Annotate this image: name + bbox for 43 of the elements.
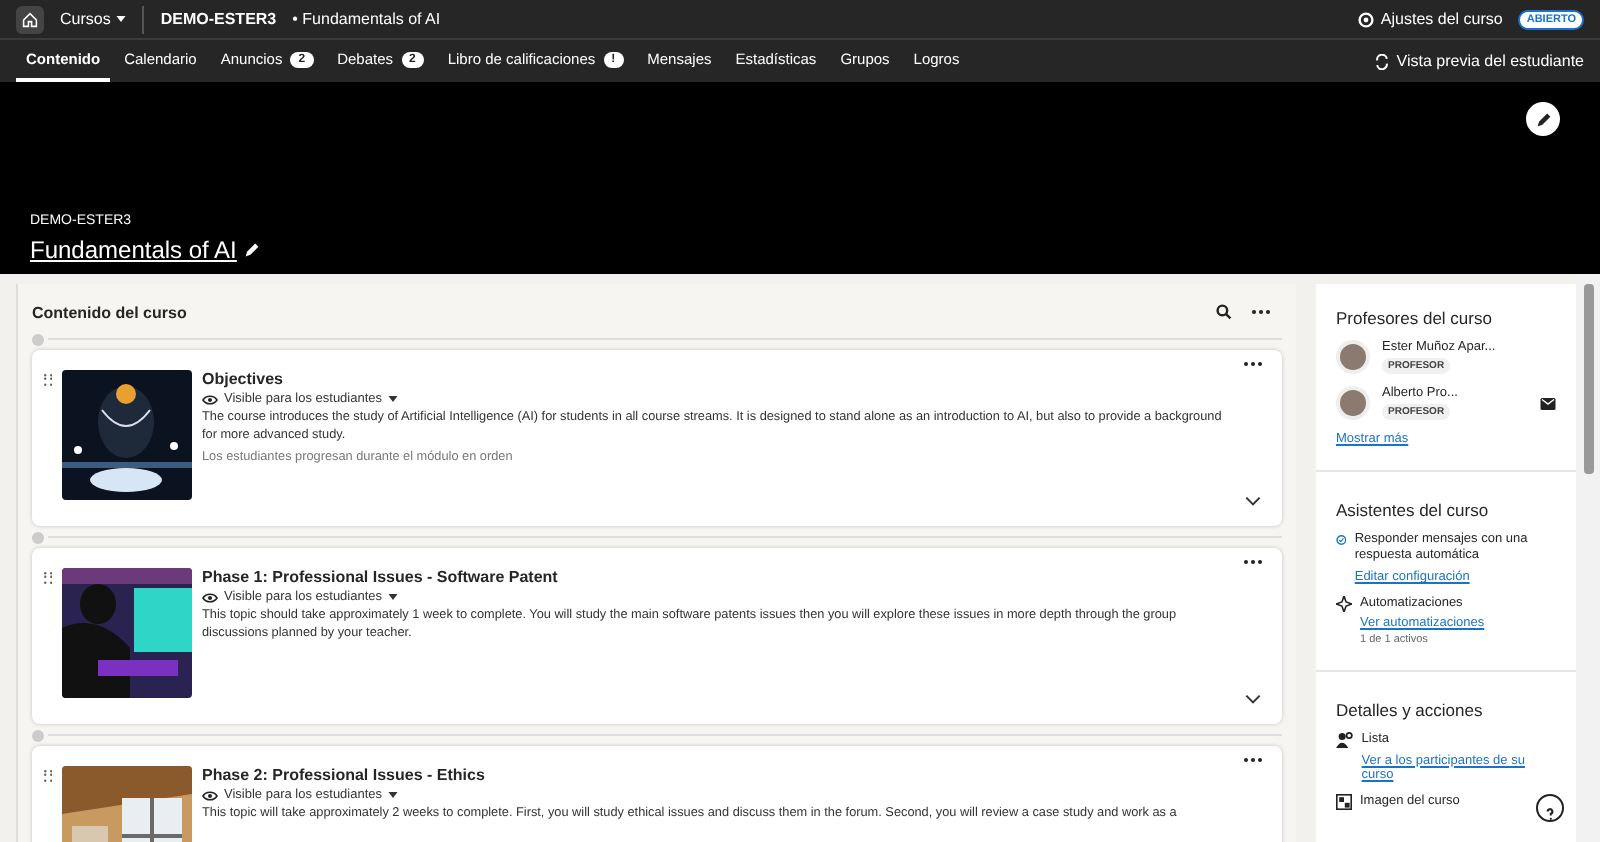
caret-icon [388, 594, 399, 600]
message-button[interactable] [1540, 397, 1556, 409]
expand-button[interactable] [1244, 694, 1262, 704]
check-circle-icon [1336, 532, 1347, 548]
avatar [1336, 340, 1370, 374]
question-icon [1542, 806, 1558, 822]
caret-icon [388, 792, 399, 798]
module-title[interactable]: Phase 2: Professional Issues - Ethics [202, 766, 1226, 784]
refresh-icon [1374, 53, 1391, 69]
drag-handle-icon[interactable] [44, 374, 52, 386]
course-title-link[interactable]: Fundamentals of AI [30, 236, 237, 264]
pencil-icon [244, 242, 261, 258]
search-button[interactable] [1216, 304, 1232, 320]
drag-handle-icon[interactable] [44, 770, 52, 782]
student-preview-button[interactable]: Vista previa del estudiante [1374, 40, 1584, 82]
section-title: Profesores del curso [1336, 308, 1494, 328]
expand-button[interactable] [1244, 496, 1262, 506]
eye-icon [202, 393, 218, 405]
scrollbar-thumb[interactable] [1584, 284, 1594, 474]
home-button[interactable] [16, 5, 44, 33]
image-icon [1336, 793, 1352, 810]
course-settings-button[interactable]: Ajustes del curso [1358, 10, 1503, 28]
courses-menu[interactable]: Cursos [60, 10, 127, 28]
section-title: Detalles y acciones [1336, 700, 1485, 721]
course-title: • Fundamentals of AI [292, 10, 441, 28]
caret-icon [388, 396, 399, 402]
pencil-icon [1535, 111, 1551, 127]
eye-icon [202, 591, 218, 603]
module-title[interactable]: Phase 1: Professional Issues - Software Patent [202, 568, 1226, 586]
section-title: Contenido del curso [32, 303, 189, 321]
module-title[interactable]: Objectives [202, 370, 1226, 388]
eye-icon [202, 789, 218, 801]
course-code: DEMO-ESTER3 [160, 10, 277, 28]
avatar [1336, 386, 1370, 420]
people-icon [1336, 732, 1354, 749]
settings-icon [1358, 11, 1375, 27]
drag-handle-icon[interactable] [44, 572, 52, 584]
home-icon [22, 11, 38, 27]
caret-icon [116, 16, 127, 22]
edit-title-button[interactable] [244, 242, 261, 258]
section-title: Asistentes del curso [1336, 500, 1491, 520]
sparkle-icon [1336, 595, 1352, 612]
edit-banner-button[interactable] [1526, 102, 1560, 136]
